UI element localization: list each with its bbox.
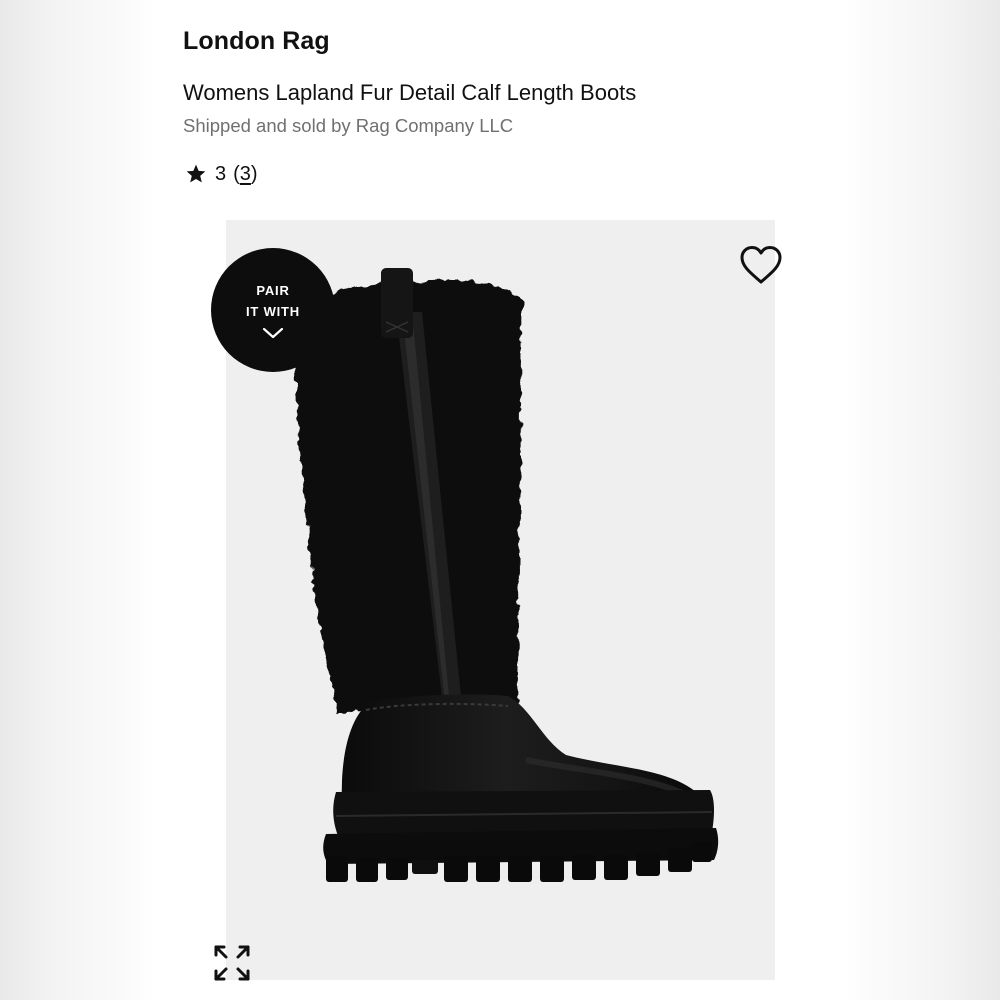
brand-name[interactable]: London Rag — [183, 27, 330, 56]
pair-badge-line-1: PAIR — [256, 283, 290, 298]
rating-close-paren: ) — [250, 162, 258, 185]
star-icon — [186, 164, 206, 183]
review-count-link[interactable]: 3 — [240, 163, 251, 186]
pair-it-with-button[interactable]: PAIR IT WITH — [211, 248, 335, 372]
rating-open-paren: ( — [233, 162, 240, 185]
rating-value: 3 — [215, 162, 227, 185]
pair-badge-line-2: IT WITH — [246, 304, 300, 319]
product-card: London Rag Womens Lapland Fur Detail Cal… — [155, 0, 845, 1000]
product-title: Womens Lapland Fur Detail Calf Length Bo… — [183, 80, 637, 105]
expand-icon[interactable] — [212, 943, 252, 983]
page-backdrop: London Rag Womens Lapland Fur Detail Cal… — [0, 0, 1000, 1000]
rating-summary: 3 (3) — [185, 160, 258, 188]
seller-info: Shipped and sold by Rag Company LLC — [183, 115, 514, 136]
heart-icon[interactable] — [738, 244, 784, 286]
chevron-down-icon — [262, 327, 284, 339]
